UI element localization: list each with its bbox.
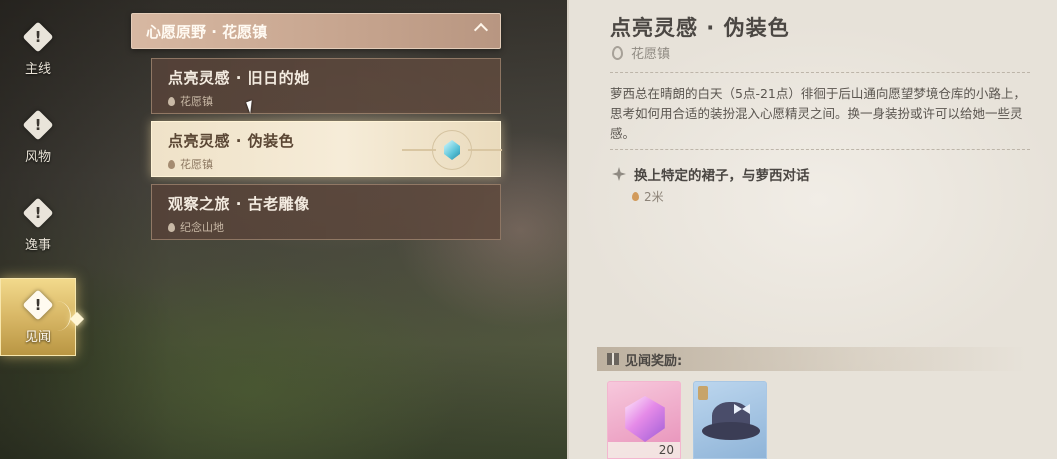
nav-item-customs[interactable]: ! 风物	[0, 98, 76, 176]
nav-item-label: 主线	[24, 61, 51, 77]
location-pin-icon	[168, 222, 175, 232]
quest-title: 观察之旅 · 古老雕像	[168, 195, 310, 213]
quest-location-text: 纪念山地	[180, 221, 224, 234]
divider	[610, 72, 1030, 73]
objective-star-icon	[612, 167, 626, 181]
quest-location: 花愿镇	[168, 93, 484, 109]
distance-text: 2米	[644, 190, 664, 204]
hat-brim	[702, 422, 760, 440]
quest-card[interactable]: 观察之旅 · 古老雕像 纪念山地	[151, 184, 501, 240]
chevron-up-icon[interactable]	[473, 22, 489, 38]
location-pin-icon	[632, 192, 639, 201]
quest-location: 纪念山地	[168, 219, 484, 235]
quest-card[interactable]: 点亮灵感 · 旧日的她 花愿镇	[151, 58, 501, 114]
quest-objective: 换上特定的裙子，与萝西对话	[612, 164, 810, 184]
region-header[interactable]: 心愿原野 · 花愿镇	[131, 13, 501, 49]
reward-item-hat[interactable]	[693, 381, 767, 459]
detail-location-text: 花愿镇	[631, 47, 671, 62]
gift-icon	[607, 353, 619, 365]
reward-item-crystal[interactable]: 20	[607, 381, 681, 459]
reward-header: 见闻奖励:	[597, 347, 1027, 371]
exclamation-diamond-icon: !	[23, 110, 53, 140]
nav-item-label: 逸事	[24, 237, 51, 253]
quest-location-text: 花愿镇	[180, 95, 213, 108]
clothing-tag-icon	[698, 386, 708, 400]
location-pin-icon	[612, 45, 623, 60]
nav-item-label: 风物	[24, 149, 51, 165]
nav-item-encounters[interactable]: ! 见闻	[0, 278, 76, 356]
exclamation-diamond-icon: !	[23, 198, 53, 228]
exclamation-diamond-icon: !	[23, 290, 53, 320]
detail-title: 点亮灵感 · 伪装色	[610, 16, 790, 40]
reward-quantity: 20	[608, 442, 680, 458]
tracking-gem-emblem-icon	[402, 130, 502, 170]
detail-description: 萝西总在晴朗的白天（5点-21点）徘徊于后山通向愿望梦境仓库的小路上，思考如何用…	[610, 86, 1026, 141]
location-pin-icon	[168, 159, 175, 169]
nav-item-anecdotes[interactable]: ! 逸事	[0, 186, 76, 264]
detail-location: 花愿镇	[612, 43, 670, 62]
region-title: 心愿原野 · 花愿镇	[146, 22, 268, 41]
quest-location-text: 花愿镇	[180, 158, 213, 171]
quest-card-selected[interactable]: 点亮灵感 · 伪装色 花愿镇	[151, 121, 502, 177]
objective-text: 换上特定的裙子，与萝西对话	[634, 168, 810, 184]
reward-label: 见闻奖励:	[625, 353, 683, 369]
divider	[610, 149, 1030, 150]
exclamation-diamond-icon: !	[23, 22, 53, 52]
quest-title: 点亮灵感 · 旧日的她	[168, 69, 310, 87]
category-nav: ! 主线 ! 风物 ! 逸事 ! 见闻	[0, 0, 85, 459]
nav-item-main-story[interactable]: ! 主线	[0, 10, 76, 88]
pink-crystal-icon	[625, 396, 665, 442]
location-pin-icon	[168, 96, 175, 106]
nav-item-label: 见闻	[24, 329, 51, 345]
objective-distance: 2米	[632, 188, 664, 205]
